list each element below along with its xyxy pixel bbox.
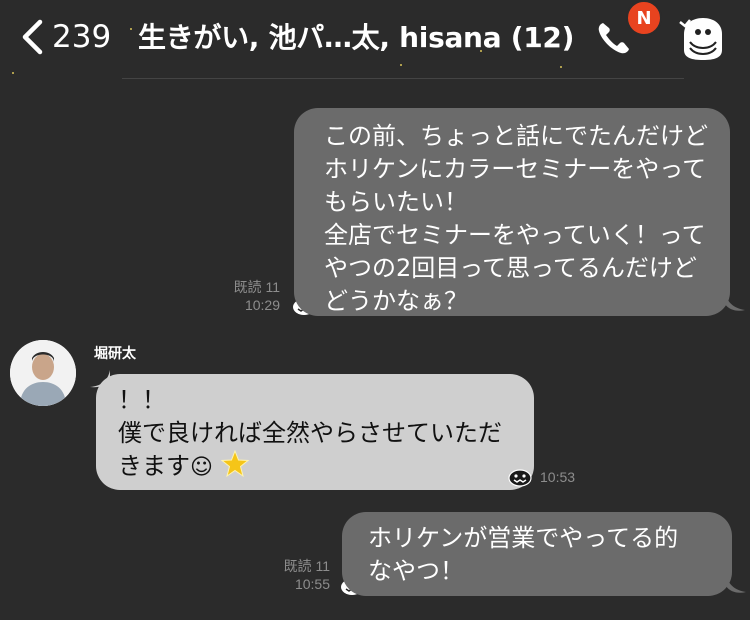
header-divider: [122, 78, 684, 79]
message-meta: 既読 11 10:55: [250, 557, 330, 593]
message-line: 全店でセミナーをやっていく！って: [324, 221, 706, 249]
avatar[interactable]: [10, 340, 76, 406]
notification-badge[interactable]: N: [626, 0, 662, 36]
message-meta: 既読 11 10:29: [200, 278, 280, 314]
sparkle: [560, 66, 562, 68]
back-button[interactable]: 239: [20, 14, 120, 60]
message-line: ホリケンが営業でやってる的: [368, 524, 679, 552]
message-bubble-incoming[interactable]: ！！ 僕で良ければ全然やらさせていただ きます☺: [96, 374, 534, 490]
read-receipt: 既読 11: [283, 558, 330, 574]
sender-name: 堀研太: [94, 346, 136, 362]
message-line: この前、ちょっと話にでたんだけど: [324, 122, 708, 150]
sparkle: [400, 64, 402, 66]
sparkle: [480, 50, 482, 52]
message-line: ホリケンにカラーセミナーをやって: [324, 155, 707, 183]
message-time: 10:55: [294, 576, 330, 592]
message-line: どうかなぁ？: [324, 287, 468, 315]
message-bubble-outgoing[interactable]: ホリケンが営業でやってる的 なやつ！: [342, 512, 732, 596]
read-receipt: 既読 11: [233, 279, 280, 295]
unread-count: 239: [52, 19, 112, 55]
message-line: 僕で良ければ全然やらさせていただ: [118, 419, 502, 447]
message-line: やつの2回目って思ってるんだけど: [324, 254, 697, 282]
sparkle: [130, 28, 132, 30]
message-line: ！！: [118, 386, 166, 414]
message-line: もらいたい！: [324, 188, 468, 216]
message-time: 10:29: [244, 297, 280, 313]
ghost-menu-icon[interactable]: [676, 12, 730, 64]
message-line: きます☺: [118, 450, 502, 484]
chat-title[interactable]: 生きがい, 池パ…太, hisana (12): [138, 16, 574, 56]
bubble-tail: [726, 574, 746, 593]
sparkle: [12, 72, 14, 74]
message-line: なやつ！: [368, 557, 464, 585]
message-time: 10:53: [540, 469, 576, 485]
chevron-left-icon: [22, 19, 43, 55]
user-photo-icon: [10, 340, 76, 406]
star-icon: [220, 450, 249, 478]
pumpkin-icon: [508, 469, 532, 487]
chat-header: 239 生きがい, 池パ…太, hisana (12) N: [0, 0, 750, 80]
smile-emoji: ☺: [190, 455, 213, 480]
bubble-tail: [725, 292, 745, 311]
message-bubble-outgoing[interactable]: この前、ちょっと話にでたんだけど ホリケンにカラーセミナーをやって もらいたい！…: [294, 108, 730, 316]
